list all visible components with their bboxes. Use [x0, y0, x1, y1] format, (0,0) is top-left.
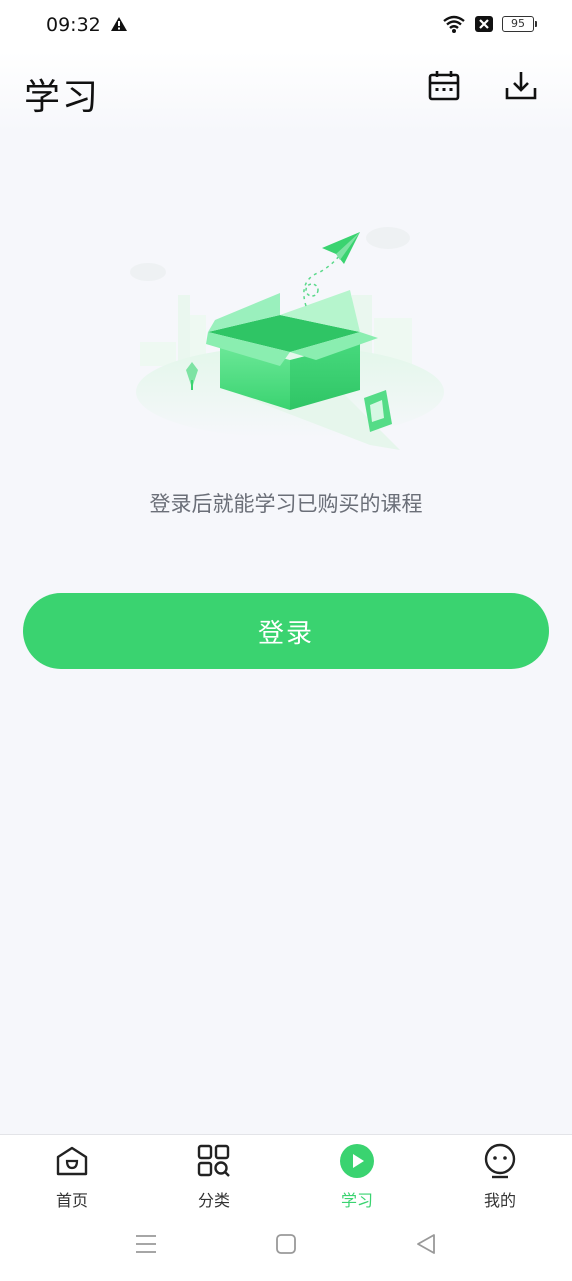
status-time: 09:32 [46, 14, 101, 36]
home-icon [56, 1146, 88, 1176]
play-icon [340, 1144, 374, 1178]
profile-face-icon [484, 1143, 516, 1179]
menu-icon[interactable] [132, 1230, 160, 1258]
empty-state-message: 登录后就能学习已购买的课程 [149, 492, 423, 516]
category-search-icon [197, 1144, 230, 1177]
no-sim-icon [475, 16, 493, 32]
tab-profile-label: 我的 [483, 1191, 516, 1210]
back-triangle-icon[interactable] [412, 1230, 440, 1258]
tab-category-label: 分类 [197, 1191, 230, 1210]
tab-profile[interactable]: 我的 [450, 1143, 550, 1213]
status-icons: 95 [442, 14, 537, 34]
warning-icon [111, 17, 127, 31]
battery-indicator: 95 [502, 16, 537, 32]
tab-study-label: 学习 [340, 1191, 373, 1210]
system-navigation-bar [0, 1218, 572, 1274]
tab-home[interactable]: 首页 [22, 1143, 122, 1213]
header: 学习 [0, 52, 572, 132]
calendar-icon[interactable] [426, 68, 462, 104]
wifi-icon [443, 15, 465, 33]
login-button[interactable]: 登录 [23, 593, 549, 669]
page-title: 学习 [24, 77, 101, 118]
tab-home-label: 首页 [55, 1191, 88, 1210]
empty-box-illustration [130, 227, 444, 450]
tab-study[interactable]: 学习 [307, 1143, 407, 1213]
download-icon[interactable] [503, 68, 539, 104]
home-square-icon[interactable] [272, 1230, 300, 1258]
tab-category[interactable]: 分类 [164, 1143, 264, 1213]
status-bar: 09:32 95 [0, 0, 572, 52]
